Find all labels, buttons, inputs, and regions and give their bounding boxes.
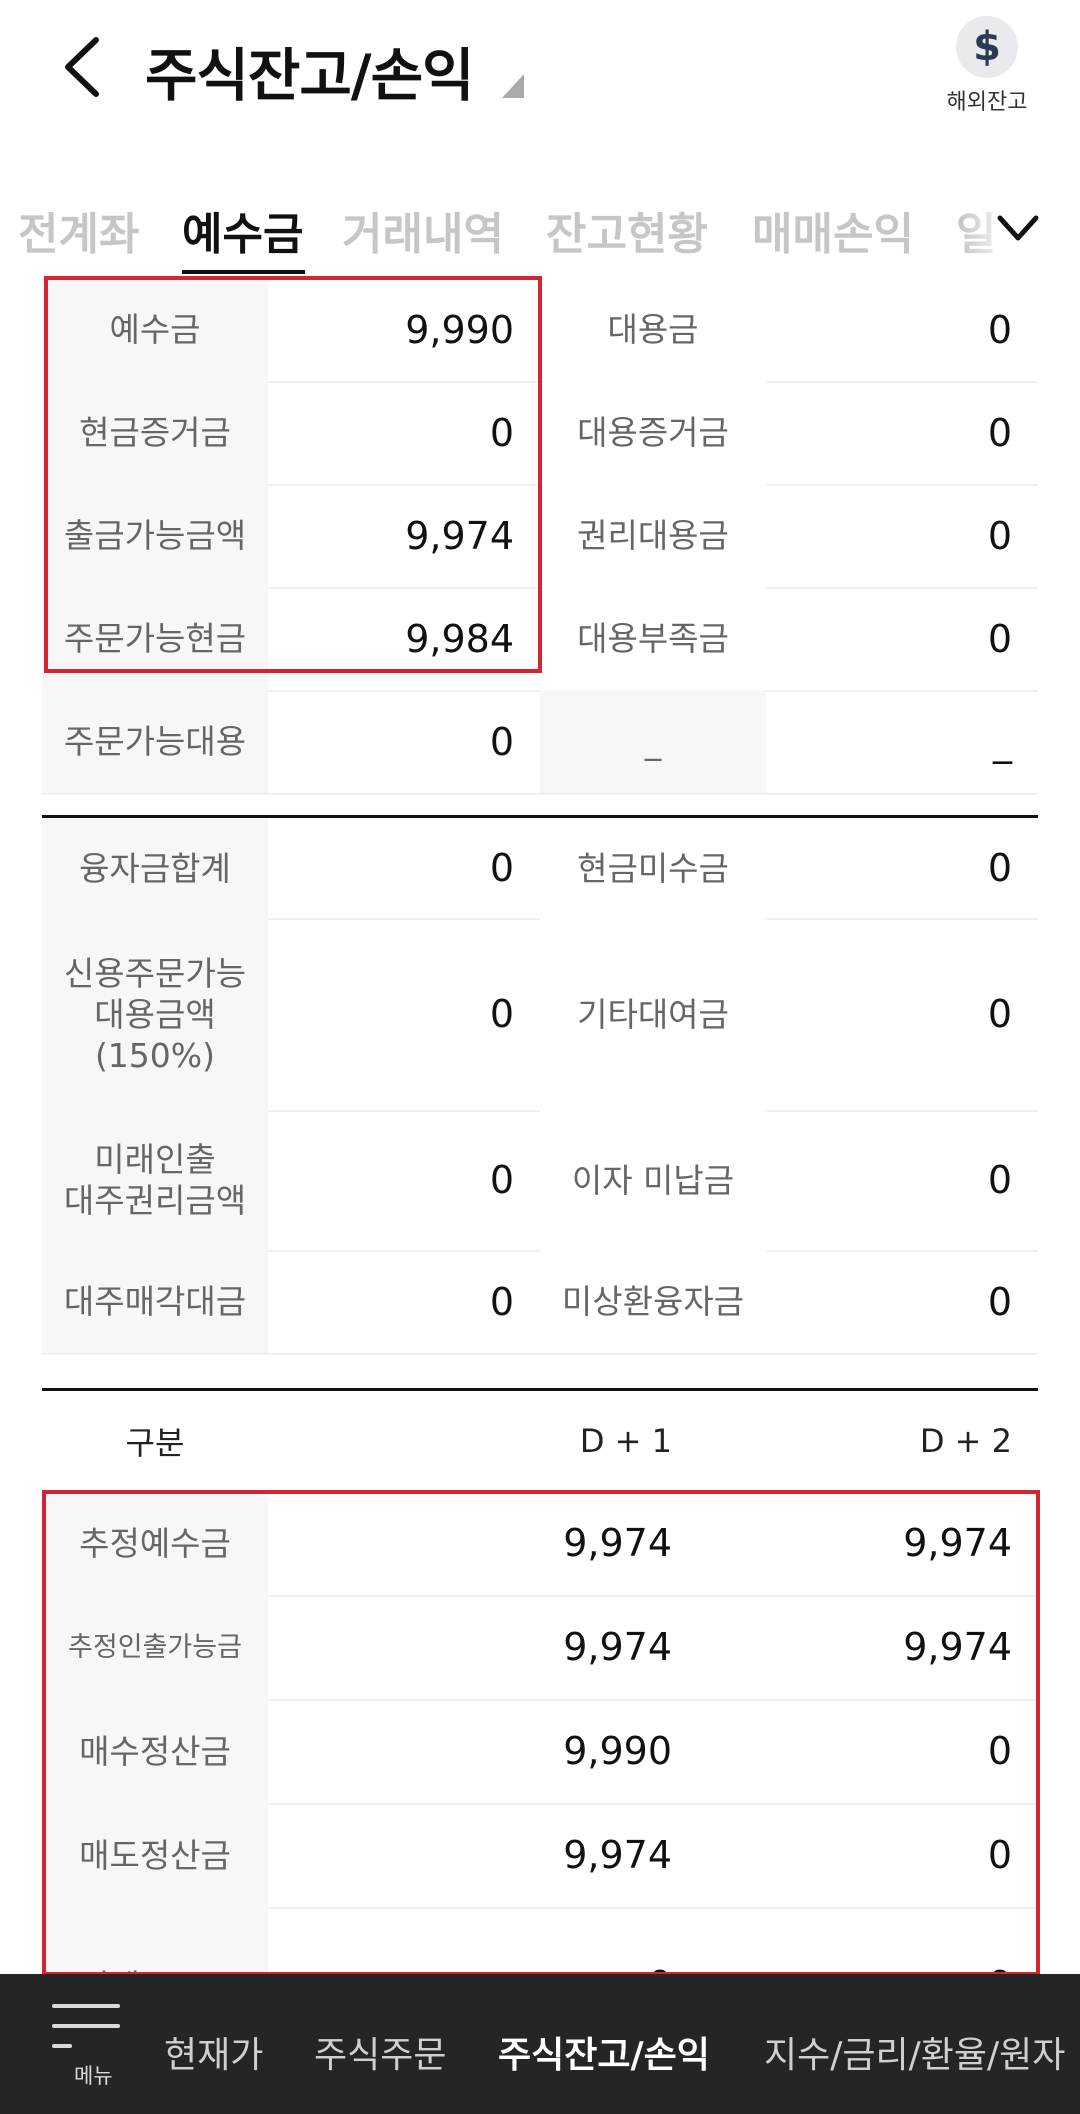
sell-settlement-label: 매도정산금 xyxy=(42,1803,268,1907)
nav-index-rates[interactable]: 지수/금리/환율/원자 xyxy=(764,2026,1065,2078)
tab-deposit[interactable]: 예수금 xyxy=(182,198,303,262)
orderable-cash-value: 9,984 xyxy=(405,616,514,661)
estimated-withdrawable-d2: 9,974 xyxy=(903,1625,1012,1669)
cash-receivable-label: 현금미수금 xyxy=(540,818,766,918)
settlement-header: 구분 D + 1 D + 2 xyxy=(42,1391,1038,1491)
orderable-substitute-value: 0 xyxy=(489,719,514,764)
tab-transactions[interactable]: 거래내역 xyxy=(342,198,504,262)
overseas-balance-button[interactable]: $ 해외잔고 xyxy=(938,16,1036,126)
table-row: 출금가능금액 9,974 권리대용금 0 xyxy=(42,484,1038,589)
empty-value: _ xyxy=(993,719,1012,764)
buy-settlement-d2: 0 xyxy=(987,1729,1012,1773)
active-tab-indicator xyxy=(182,270,305,274)
table-row: 매도정산금 9,974 0 xyxy=(42,1803,1038,1909)
estimated-withdrawable-label: 추정인출가능금 xyxy=(42,1595,268,1699)
orderable-cash-label: 주문가능현금 xyxy=(42,587,268,690)
table-row: 매수정산금 9,990 0 xyxy=(42,1699,1038,1805)
menu-icon-bar xyxy=(52,2044,72,2048)
unrepaid-loan-value: 0 xyxy=(987,1279,1012,1324)
menu-button[interactable]: 메뉴 xyxy=(48,1998,128,2088)
rights-substitute-value: 0 xyxy=(987,513,1012,558)
table-row: 신용주문가능 대용금액 (150%) 0 기타대여금 0 xyxy=(42,918,1038,1112)
nav-stock-order[interactable]: 주식주문 xyxy=(314,2026,446,2078)
table-row: 융자금합계 0 현금미수금 0 xyxy=(42,818,1038,920)
loan-total-value: 0 xyxy=(489,846,514,890)
sell-settlement-d1: 9,974 xyxy=(563,1833,672,1877)
withdrawable-label: 출금가능금액 xyxy=(42,484,268,587)
dollar-icon: $ xyxy=(956,16,1018,78)
estimated-deposit-d2: 9,974 xyxy=(903,1521,1012,1565)
column-header-d1: D + 1 xyxy=(579,1422,672,1460)
nav-stock-balance[interactable]: 주식잔고/손익 xyxy=(498,2026,710,2078)
menu-icon-bar xyxy=(52,2024,120,2028)
buy-settlement-d1: 9,990 xyxy=(563,1729,672,1773)
future-withdrawal-label: 미래인출 대주권리금액 xyxy=(42,1110,268,1250)
overseas-balance-label: 해외잔고 xyxy=(946,90,1028,115)
tab-balance-status[interactable]: 잔고현황 xyxy=(546,198,708,262)
table-row: 추정예수금 9,974 9,974 xyxy=(42,1491,1038,1597)
deposit-value: 9,990 xyxy=(405,307,514,352)
substitute-margin-value: 0 xyxy=(987,410,1012,455)
menu-label: 메뉴 xyxy=(74,2064,113,2088)
table-row: 주문가능현금 9,984 대용부족금 0 xyxy=(42,587,1038,692)
table-row: 추정인출가능금 9,974 9,974 xyxy=(42,1595,1038,1701)
other-loan-label: 기타대여금 xyxy=(540,918,766,1110)
substitute-shortage-label: 대용부족금 xyxy=(540,587,766,690)
empty-label: _ xyxy=(540,690,766,793)
column-header-d2: D + 2 xyxy=(919,1422,1012,1460)
substitute-shortage-value: 0 xyxy=(987,616,1012,661)
chevron-down-icon[interactable] xyxy=(996,210,1040,246)
deposit-label: 예수금 xyxy=(42,278,268,381)
substitute-value: 0 xyxy=(987,307,1012,352)
buy-settlement-label: 매수정산금 xyxy=(42,1699,268,1803)
tab-all-accounts[interactable]: 전계좌 xyxy=(18,198,139,262)
rights-substitute-label: 권리대용금 xyxy=(540,484,766,587)
estimated-withdrawable-d1: 9,974 xyxy=(563,1625,672,1669)
page-title[interactable]: 주식잔고/손익 xyxy=(145,30,474,112)
credit-order-label: 신용주문가능 대용금액 (150%) xyxy=(42,918,268,1110)
estimated-deposit-d1: 9,974 xyxy=(563,1521,672,1565)
short-sale-value: 0 xyxy=(489,1279,514,1324)
app-header: 주식잔고/손익 $ 해외잔고 xyxy=(0,0,1080,170)
tab-bar: 전계좌 예수금 거래내역 잔고현황 매매손익 일 xyxy=(0,188,1080,278)
short-sale-label: 대주매각대금 xyxy=(42,1250,268,1353)
cash-receivable-value: 0 xyxy=(987,846,1012,890)
estimated-deposit-label: 추정예수금 xyxy=(42,1491,268,1595)
table-row: 주문가능대용 0 _ _ xyxy=(42,690,1038,795)
table-row: 미래인출 대주권리금액 0 이자 미납금 0 xyxy=(42,1110,1038,1252)
menu-icon xyxy=(52,2004,120,2008)
sell-settlement-d2: 0 xyxy=(987,1833,1012,1877)
future-withdrawal-value: 0 xyxy=(489,1158,514,1202)
table-row: 예수금 9,990 대용금 0 xyxy=(42,278,1038,383)
withdrawable-value: 9,974 xyxy=(405,513,514,558)
unpaid-interest-value: 0 xyxy=(987,1158,1012,1202)
tab-trade-pnl[interactable]: 매매손익 xyxy=(752,198,914,262)
back-arrow-icon[interactable] xyxy=(58,36,108,98)
bottom-nav: 메뉴 현재가 주식주문 주식잔고/손익 지수/금리/환율/원자 xyxy=(0,1974,1080,2114)
table-row: 현금증거금 0 대용증거금 0 xyxy=(42,381,1038,486)
loan-total-label: 융자금합계 xyxy=(42,818,268,918)
other-loan-value: 0 xyxy=(987,992,1012,1036)
unrepaid-loan-label: 미상환융자금 xyxy=(540,1250,766,1353)
dropdown-triangle-icon[interactable] xyxy=(502,74,524,98)
nav-current-price[interactable]: 현재가 xyxy=(164,2026,263,2078)
column-header-category: 구분 xyxy=(125,1424,185,1462)
substitute-margin-label: 대용증거금 xyxy=(540,381,766,484)
orderable-substitute-label: 주문가능대용 xyxy=(42,690,268,793)
credit-order-value: 0 xyxy=(489,992,514,1036)
table-row: 대주매각대금 0 미상환융자금 0 xyxy=(42,1250,1038,1355)
substitute-label: 대용금 xyxy=(540,278,766,381)
cash-margin-label: 현금증거금 xyxy=(42,381,268,484)
cash-margin-value: 0 xyxy=(489,410,514,455)
unpaid-interest-label: 이자 미납금 xyxy=(540,1110,766,1250)
